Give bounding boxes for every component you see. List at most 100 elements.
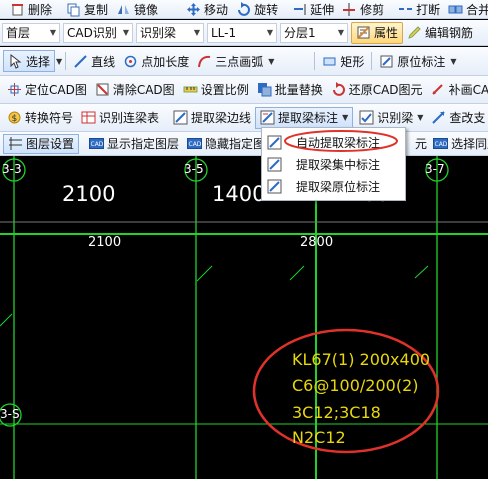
batch-replace-button[interactable]: 批量替换 [253, 79, 327, 101]
svg-text:$: $ [12, 114, 18, 124]
separator [371, 52, 373, 70]
select-button[interactable]: 选择 [3, 50, 56, 72]
recognize-beam-select[interactable]: 识别梁 ▼ [136, 22, 204, 43]
redraw-cad-button[interactable]: 补画CAD图 [427, 79, 488, 101]
extract-edge-icon [173, 110, 188, 125]
restore-icon [331, 82, 346, 97]
check-support-icon [431, 110, 446, 125]
cad-icon: CAD [89, 136, 105, 151]
chevron-down-icon: ▼ [266, 28, 273, 37]
menu-item-extract-concentrated[interactable]: 提取梁集中标注 [262, 153, 405, 175]
rectangle-icon [322, 54, 337, 69]
clear-icon [95, 82, 110, 97]
properties-icon [356, 25, 371, 40]
dimension-text: 2800 [300, 235, 334, 250]
chevron-down-icon[interactable]: ▼ [450, 57, 456, 66]
beam-annotation-line: KL67(1) 200x400 [292, 350, 431, 369]
beam-extract-toolbar: $ 转换符号 识别连梁表 提取梁边线 提取梁标注 ▼ 识别梁 ▼ 查改支 [0, 104, 488, 132]
separator [314, 52, 316, 70]
edit-rebar-button[interactable]: 编辑钢筋 [403, 22, 477, 44]
chevron-down-icon: ▼ [122, 28, 129, 37]
break-button[interactable]: 打断 [394, 0, 444, 18]
layer-settings-button[interactable]: 图层设置 [3, 133, 80, 154]
extract-beam-label-menu: 自动提取梁标注 提取梁集中标注 提取梁原位标注 [261, 127, 406, 201]
point-length-icon [123, 54, 138, 69]
convert-symbol-button[interactable]: $ 转换符号 [3, 107, 77, 129]
menu-item-auto-extract[interactable]: 自动提取梁标注 [262, 131, 405, 153]
chevron-down-icon[interactable]: ▼ [56, 57, 62, 66]
dim-tick [196, 265, 213, 282]
chevron-down-icon: ▼ [193, 28, 200, 37]
layers-icon [8, 136, 23, 151]
separator [65, 52, 67, 70]
cad-recognize-select[interactable]: CAD识别 ▼ [63, 22, 133, 43]
dim-tick [289, 265, 305, 281]
drawing-canvas[interactable]: 3-3 3-5 3-7 3-S 2100 1400 1400 2100 2800… [0, 156, 488, 479]
edit-toolbar: 删除 复制 镜像 移动 旋转 延伸 修剪 打断 合并 [0, 0, 488, 19]
layer-select[interactable]: 分层1 ▼ [280, 22, 348, 43]
beam-name-select[interactable]: LL-1 ▼ [207, 22, 277, 43]
extract-label-icon [267, 135, 282, 150]
set-scale-button[interactable]: 设置比例 [179, 79, 253, 101]
merge-icon [448, 2, 463, 17]
svg-text:CAD: CAD [91, 141, 104, 148]
extract-label-icon [267, 157, 282, 172]
trim-button[interactable]: 修剪 [338, 0, 388, 18]
rectangle-button[interactable]: 矩形 [318, 50, 368, 72]
break-icon [398, 2, 413, 17]
chevron-down-icon[interactable]: ▼ [268, 57, 274, 66]
cursor-icon [8, 53, 23, 69]
cad-icon: CAD [433, 136, 449, 151]
chevron-down-icon: ▼ [417, 113, 424, 122]
pencil-icon [407, 25, 422, 40]
menu-item-extract-original-position[interactable]: 提取梁原位标注 [262, 175, 405, 197]
show-layer-button[interactable]: CAD 显示指定图层 [85, 133, 183, 155]
hide-layer-button[interactable]: CAD 隐藏指定图 [183, 133, 269, 155]
locate-cad-button[interactable]: 定位CAD图 [3, 79, 91, 101]
axis-label: 3-3 [2, 162, 22, 176]
check-support-button[interactable]: 查改支 [427, 107, 488, 129]
line-button[interactable]: 直线 [69, 50, 119, 72]
chevron-down-icon: ▼ [337, 28, 344, 37]
axis-label: 3-5 [184, 162, 204, 176]
delete-icon [10, 2, 25, 17]
rotate-button[interactable]: 旋转 [232, 0, 282, 18]
floor-select[interactable]: 首层 ▼ [2, 22, 60, 43]
beam-annotation-line: C6@100/200(2) [292, 376, 419, 395]
recognize-beam-button[interactable]: 识别梁 ▼ [355, 107, 427, 129]
svg-text:CAD: CAD [435, 141, 448, 148]
extract-label-icon [267, 179, 282, 194]
element-suffix-text: 元 [415, 137, 428, 151]
three-point-arc-button[interactable]: 三点画弧 [193, 50, 267, 72]
point-length-button[interactable]: 点加长度 [119, 50, 193, 72]
extend-icon [292, 2, 307, 17]
mirror-button[interactable]: 镜像 [112, 0, 162, 18]
axis-label: 3-7 [425, 162, 445, 176]
label-icon [379, 54, 394, 69]
mirror-icon [116, 2, 131, 17]
clear-cad-button[interactable]: 清除CAD图 [91, 79, 179, 101]
chevron-down-icon: ▼ [49, 28, 56, 37]
restore-cad-button[interactable]: 还原CAD图元 [327, 79, 427, 101]
recognize-beam-table-button[interactable]: 识别连梁表 [77, 107, 163, 129]
merge-button[interactable]: 合并 [444, 0, 488, 18]
copy-button[interactable]: 复制 [62, 0, 112, 18]
copy-icon [66, 2, 81, 17]
extract-beam-label-button[interactable]: 提取梁标注 ▼ [255, 106, 354, 129]
move-button[interactable]: 移动 [182, 0, 232, 18]
select-same-color-button[interactable]: CAD 选择同颜 [427, 133, 488, 155]
delete-button[interactable]: 删除 [6, 0, 56, 18]
draw-toolbar: 选择 ▼ 直线 点加长度 三点画弧 ▼ 矩形 原位标注 ▼ [0, 47, 488, 76]
redraw-icon [431, 82, 446, 97]
convert-icon: $ [7, 110, 22, 125]
extend-button[interactable]: 延伸 [288, 0, 338, 18]
cad-icon: CAD [187, 136, 203, 151]
replace-icon [257, 82, 272, 97]
dim-tick [414, 265, 429, 279]
line-icon [73, 54, 88, 69]
original-position-label-button[interactable]: 原位标注 [375, 50, 449, 72]
move-icon [186, 2, 201, 17]
beam-annotation-line: 3C12;3C18 [292, 403, 381, 422]
properties-button[interactable]: 属性 [351, 21, 404, 44]
extract-beam-edge-button[interactable]: 提取梁边线 [169, 107, 255, 129]
